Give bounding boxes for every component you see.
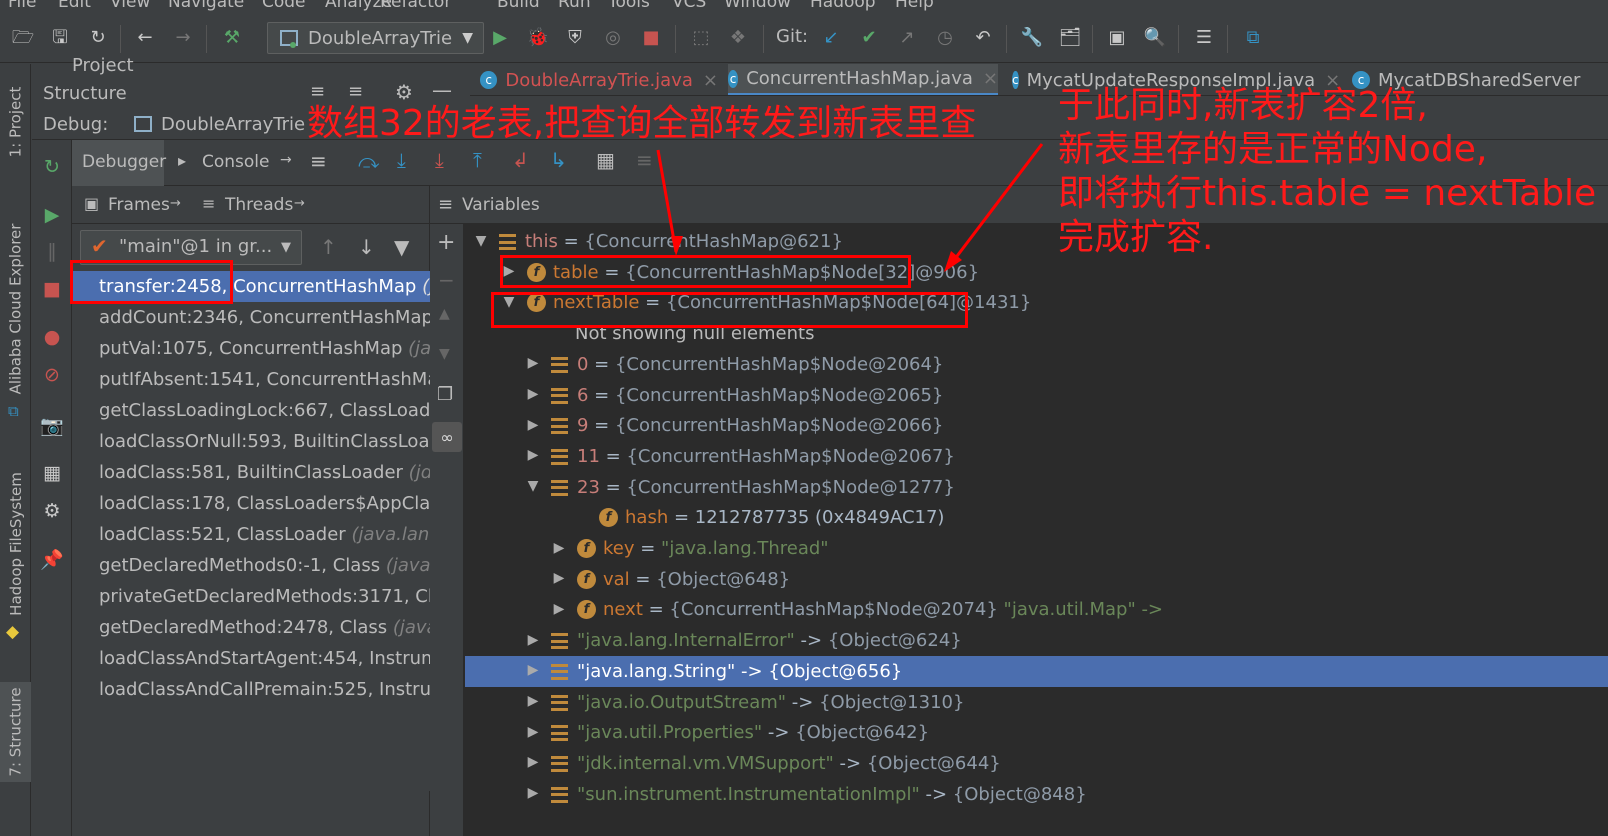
annotation-left: 数组32的老表,把查询全部转发到新表里查 [307,103,977,144]
arrow-right [946,143,1044,269]
annotation-right-line4: 完成扩容. [1058,217,1214,258]
arrow-left-head [671,236,683,256]
annotation-right-line2: 新表里存的是正常的Node, [1058,129,1488,170]
annotation-right-line3: 即将执行this.table = nextTable [1058,173,1597,214]
annotation-right-line1: 于此同时,新表扩容2倍, [1058,85,1428,126]
